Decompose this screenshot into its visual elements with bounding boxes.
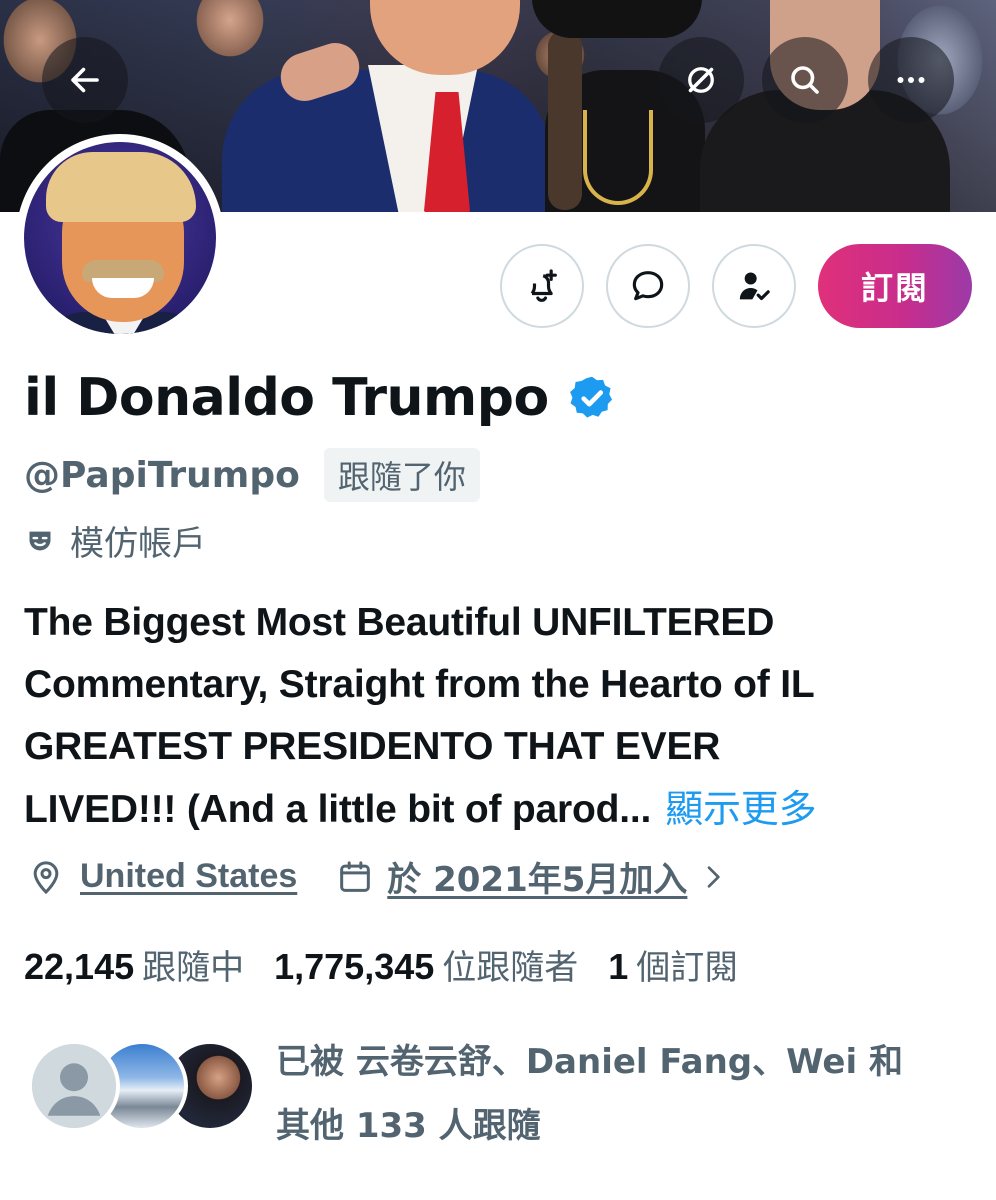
message-button[interactable] — [606, 244, 690, 328]
followed-by-line: 其他 133 人跟隨 — [276, 1106, 541, 1146]
avatar-hair — [46, 152, 196, 222]
bell-plus-icon — [530, 269, 557, 302]
arrow-left-icon — [71, 67, 99, 93]
parody-account-label[interactable]: 模仿帳戶 — [26, 516, 206, 565]
notifications-button[interactable] — [500, 244, 584, 328]
message-bubble-icon — [632, 271, 664, 301]
followed-by-section[interactable]: 已被 云卷云舒、Daniel Fang、Wei 和 其他 133 人跟隨 — [28, 1030, 978, 1150]
followed-by-line: 已被 云卷云舒、Daniel Fang、Wei 和 — [276, 1042, 903, 1082]
bio-line: The Biggest Most Beautiful UNFILTERED — [24, 601, 775, 644]
following-label[interactable]: 跟隨中 — [142, 940, 244, 989]
banner-figure-hat — [532, 0, 702, 38]
profile-bio: The Biggest Most Beautiful UNFILTERED Co… — [24, 592, 974, 841]
bio-line-text: LIVED!!! (And a little bit of parod... — [24, 788, 652, 831]
bio-line-last: LIVED!!! (And a little bit of parod... 顯示… — [24, 778, 974, 841]
subscriptions-count[interactable]: 1 — [608, 946, 628, 988]
followers-label[interactable]: 位跟隨者 — [442, 940, 578, 989]
bio-line: GREATEST PRESIDENTO THAT EVER — [24, 725, 721, 768]
theater-mask-icon — [29, 531, 51, 550]
person-check-icon — [739, 272, 770, 301]
following-count[interactable]: 22,145 — [24, 946, 134, 988]
bio-line: Commentary, Straight from the Hearto of … — [24, 663, 815, 706]
profile-avatar[interactable] — [16, 134, 224, 342]
more-horizontal-icon — [897, 77, 925, 83]
followed-by-text: 已被 云卷云舒、Daniel Fang、Wei 和 其他 133 人跟隨 — [276, 1030, 976, 1158]
following-button[interactable] — [712, 244, 796, 328]
subscribe-button[interactable]: 訂閱 — [818, 244, 972, 328]
show-more-link[interactable]: 顯示更多 — [665, 787, 816, 831]
profile-meta-row: United States 於 2021年5月加入 — [26, 852, 729, 901]
banner-figure-chain — [583, 110, 653, 205]
default-user-icon — [32, 1044, 116, 1128]
follow-stats: 22,145 跟隨中 1,775,345 位跟隨者 1 個訂閱 — [24, 940, 738, 989]
banner-figure-hair — [548, 30, 582, 210]
handle-row: @PapiTrumpo 跟隨了你 — [24, 448, 480, 502]
followers-count[interactable]: 1,775,345 — [274, 946, 434, 988]
subscriptions-label[interactable]: 個訂閱 — [636, 940, 738, 989]
join-date-link[interactable]: 於 2021年5月加入 — [387, 852, 687, 901]
chevron-right-icon[interactable] — [697, 861, 729, 893]
location-link[interactable]: United States — [80, 857, 297, 896]
calendar-icon — [340, 860, 371, 892]
location-pin-icon — [33, 860, 59, 894]
verified-badge-icon[interactable] — [567, 373, 617, 423]
display-name: il Donaldo Trumpo — [24, 368, 549, 428]
grok-button[interactable] — [658, 37, 744, 123]
more-button[interactable] — [868, 37, 954, 123]
follows-you-badge: 跟隨了你 — [323, 448, 480, 502]
user-handle: @PapiTrumpo — [24, 454, 300, 496]
back-button[interactable] — [42, 37, 128, 123]
display-name-row: il Donaldo Trumpo — [24, 368, 617, 428]
search-button[interactable] — [762, 37, 848, 123]
parody-label-text: 模仿帳戶 — [70, 524, 206, 564]
grok-icon — [688, 67, 714, 93]
search-icon — [791, 66, 819, 94]
follower-avatar-default — [28, 1040, 120, 1132]
avatar-photo — [24, 142, 216, 334]
